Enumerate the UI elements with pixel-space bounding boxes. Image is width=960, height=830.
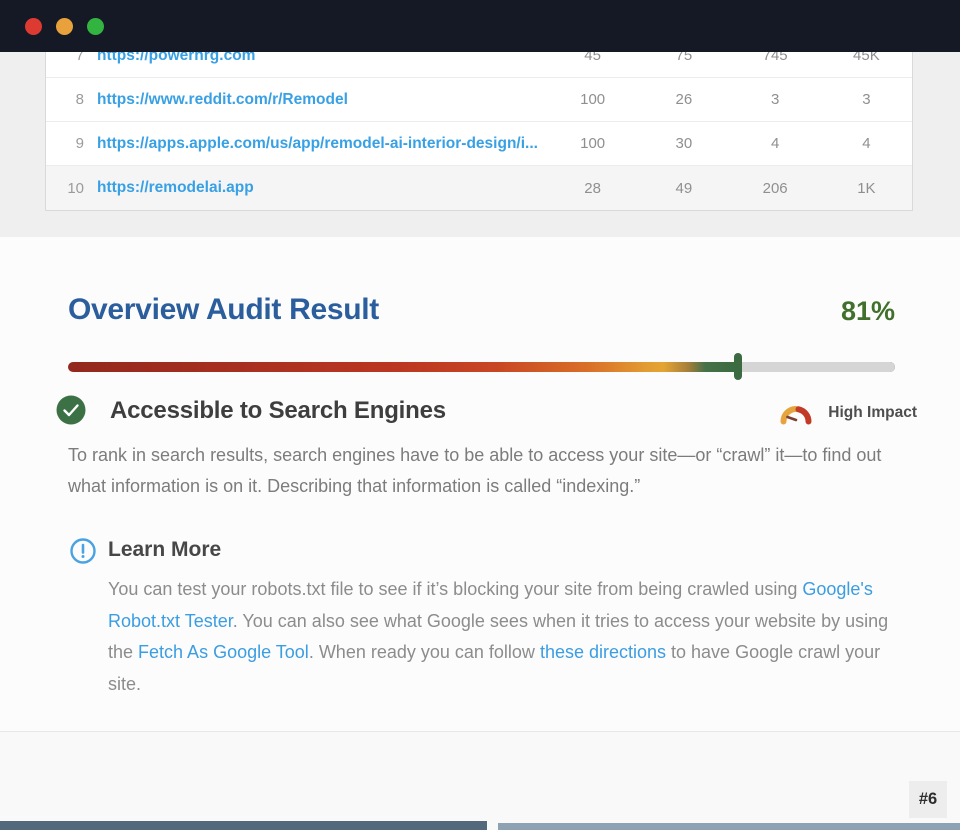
row-value: 1K — [821, 180, 912, 197]
row-value: 30 — [638, 135, 729, 152]
learn-more-text: You can test your robots.txt file to see… — [108, 574, 896, 700]
page-number-badge: #6 — [909, 781, 947, 818]
info-exclamation-icon — [70, 538, 96, 569]
impact-badge: High Impact — [828, 404, 917, 422]
link-fetch-as-google[interactable]: Fetch As Google Tool — [138, 642, 309, 662]
row-value: 206 — [730, 180, 821, 197]
link-these-directions[interactable]: these directions — [540, 642, 666, 662]
row-value: 49 — [638, 180, 729, 197]
learn-more-title: Learn More — [108, 538, 221, 562]
row-value: 3 — [730, 91, 821, 108]
row-value: 100 — [547, 91, 638, 108]
row-rank: 9 — [58, 135, 84, 152]
row-url-link[interactable]: https://remodelai.app — [97, 179, 547, 197]
section-description: To rank in search results, search engine… — [68, 440, 890, 502]
section-title: Accessible to Search Engines — [110, 397, 446, 425]
check-circle-icon — [56, 395, 86, 430]
row-value: 4 — [730, 135, 821, 152]
bottom-strip-light — [498, 823, 960, 830]
row-rank: 10 — [58, 180, 84, 197]
row-value: 4 — [821, 135, 912, 152]
row-rank: 8 — [58, 91, 84, 108]
audit-section: Overview Audit Result 81% Accessible to … — [0, 237, 960, 731]
maximize-button[interactable] — [87, 18, 104, 35]
footer-area: #6 — [0, 731, 960, 830]
learn-more-segment: You can test your robots.txt file to see… — [108, 579, 802, 599]
window-titlebar — [0, 0, 960, 52]
row-value: 28 — [547, 180, 638, 197]
learn-more-segment: . When ready you can follow — [309, 642, 540, 662]
row-value: 3 — [821, 91, 912, 108]
minimize-button[interactable] — [56, 18, 73, 35]
audit-bar-handle — [734, 353, 742, 380]
table-row: 10 https://remodelai.app 28 49 206 1K — [46, 166, 912, 210]
table-row: 8 https://www.reddit.com/r/Remodel 100 2… — [46, 78, 912, 122]
url-table: 7 https://powerhrg.com 45 75 745 45K 8 h… — [45, 33, 913, 211]
table-row: 9 https://apps.apple.com/us/app/remodel-… — [46, 122, 912, 166]
audit-bar-remainder — [738, 362, 895, 372]
bottom-strip-dark — [0, 821, 487, 830]
close-button[interactable] — [25, 18, 42, 35]
row-value: 26 — [638, 91, 729, 108]
row-url-link[interactable]: https://www.reddit.com/r/Remodel — [97, 91, 547, 109]
audit-score: 81% — [841, 296, 895, 327]
audit-score-bar — [68, 362, 895, 372]
page-title: Overview Audit Result — [68, 293, 379, 327]
row-url-link[interactable]: https://apps.apple.com/us/app/remodel-ai… — [97, 135, 547, 153]
row-value: 100 — [547, 135, 638, 152]
screen: 7 https://powerhrg.com 45 75 745 45K 8 h… — [0, 0, 960, 830]
gauge-icon — [779, 401, 813, 430]
